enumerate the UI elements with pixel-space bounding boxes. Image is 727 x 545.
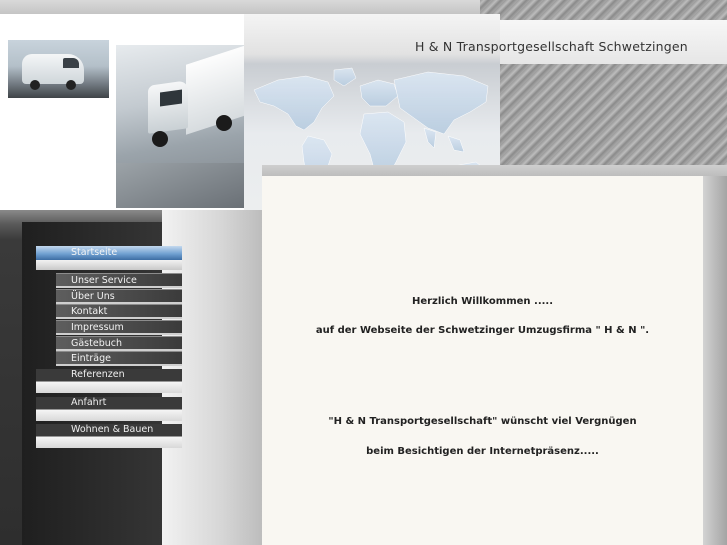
greeting-text: "H & N Transportgesellschaft" wünscht vi… [328, 416, 637, 427]
nav-item-wohnen-bauen[interactable]: Wohnen & Bauen [36, 424, 182, 448]
nav-item-eintraege[interactable]: Einträge [56, 351, 182, 366]
nav-item-gaestebuch[interactable]: Gästebuch [56, 336, 182, 351]
nav-item-label: Referenzen [71, 369, 125, 380]
content-frame-top [262, 165, 727, 176]
truck-image [116, 45, 244, 208]
nav-item-anfahrt[interactable]: Anfahrt [36, 397, 182, 421]
nav-item-ueber-uns[interactable]: Über Uns [56, 289, 182, 304]
nav-item-label: Anfahrt [71, 397, 107, 408]
welcome-text: auf der Webseite der Schwetzinger Umzugs… [315, 325, 650, 336]
van-image [8, 40, 109, 98]
content-shadow [703, 176, 727, 545]
welcome-heading: Herzlich Willkommen ..... [411, 296, 554, 307]
nav-item-referenzen[interactable]: Referenzen [36, 369, 182, 393]
nav-item-label: Startseite [71, 247, 118, 258]
greeting-text-2: beim Besichtigen der Internetpräsenz....… [366, 446, 599, 457]
nav-item-unser-service[interactable]: Unser Service [56, 273, 182, 288]
main-content [262, 176, 703, 545]
site-title: H & N Transportgesellschaft Schwetzingen [415, 39, 688, 54]
nav-start-strip [36, 260, 182, 270]
nav-item-label: Wohnen & Bauen [71, 424, 154, 435]
nav-item-impressum[interactable]: Impressum [56, 320, 182, 335]
nav-item-kontakt[interactable]: Kontakt [56, 304, 182, 319]
